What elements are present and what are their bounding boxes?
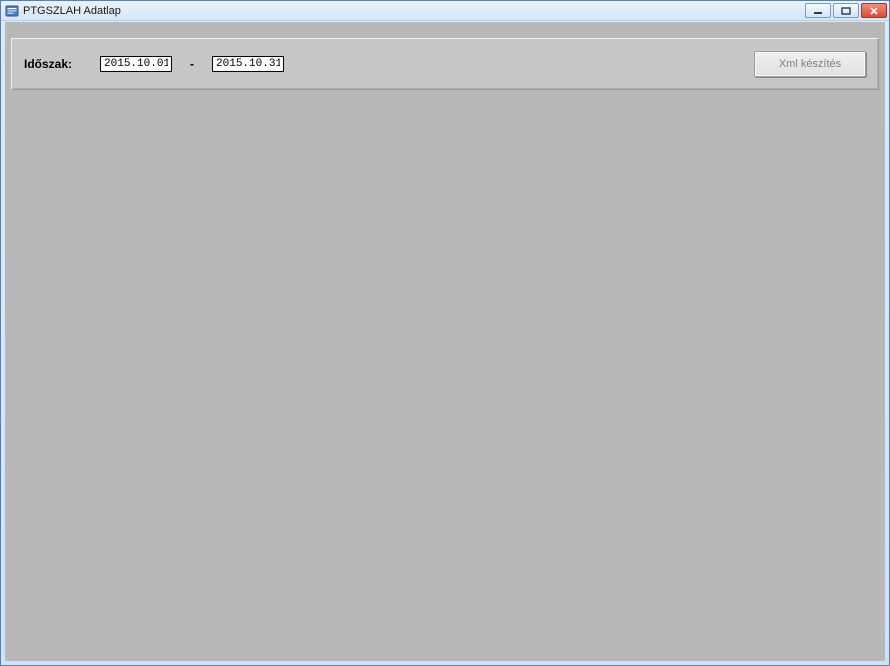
app-window: PTGSZLAH Adatlap Időszak: - Xml ké bbox=[0, 0, 890, 666]
date-to-input[interactable] bbox=[212, 56, 284, 72]
date-separator: - bbox=[172, 57, 212, 71]
period-label: Időszak: bbox=[24, 57, 72, 71]
app-icon bbox=[5, 4, 19, 18]
maximize-button[interactable] bbox=[833, 3, 859, 18]
window-title: PTGSZLAH Adatlap bbox=[23, 5, 121, 17]
date-from-input[interactable] bbox=[100, 56, 172, 72]
title-left: PTGSZLAH Adatlap bbox=[5, 4, 121, 18]
window-controls bbox=[805, 3, 887, 18]
close-button[interactable] bbox=[861, 3, 887, 18]
filter-panel: Időszak: - Xml készítés bbox=[11, 38, 879, 90]
minimize-button[interactable] bbox=[805, 3, 831, 18]
xml-generate-button[interactable]: Xml készítés bbox=[754, 51, 866, 77]
client-area: Időszak: - Xml készítés bbox=[5, 22, 885, 661]
title-bar: PTGSZLAH Adatlap bbox=[1, 1, 889, 21]
